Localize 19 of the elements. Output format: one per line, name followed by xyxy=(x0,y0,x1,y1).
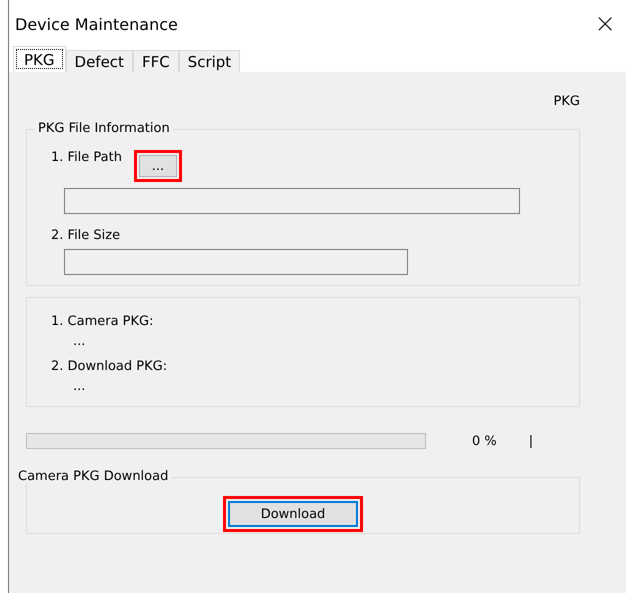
browse-button[interactable]: ... xyxy=(138,155,177,177)
download-button[interactable]: Download xyxy=(228,501,358,527)
tab[interactable]: PKG xyxy=(13,46,66,72)
field-label: 2. File Size xyxy=(51,228,120,243)
tab[interactable]: Defect xyxy=(66,50,133,72)
window-title: Device Maintenance xyxy=(15,14,178,34)
tab[interactable]: FFC xyxy=(132,50,179,72)
info-label: 1. Camera PKG: xyxy=(51,314,154,329)
info-label: 2. Download PKG: xyxy=(51,359,168,374)
info-value: ... xyxy=(72,334,86,349)
field-label: 1. File Path xyxy=(51,150,122,165)
file-path-field[interactable] xyxy=(64,188,520,214)
file-size-field[interactable] xyxy=(64,249,408,275)
status-text: | xyxy=(528,434,534,448)
header-label: PKG xyxy=(554,94,580,109)
tab[interactable]: Script xyxy=(178,50,240,72)
close-button[interactable]: × xyxy=(584,9,626,39)
progress-reading: 0 % xyxy=(472,434,497,448)
info-value: ... xyxy=(72,379,86,394)
